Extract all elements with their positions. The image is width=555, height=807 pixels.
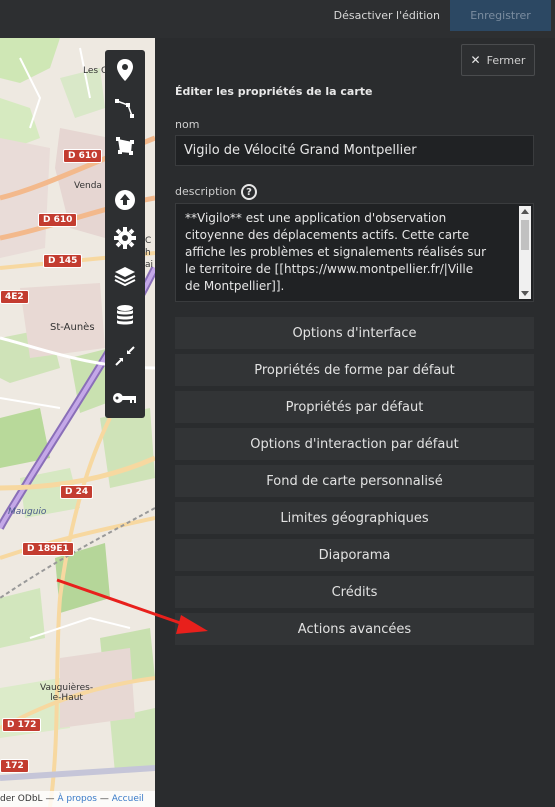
map-place-label: h	[145, 248, 151, 258]
description-label: description	[175, 185, 237, 198]
close-button[interactable]: ✕ Fermer	[461, 44, 535, 76]
help-icon[interactable]: ?	[241, 184, 257, 200]
scroll-thumb[interactable]	[521, 220, 529, 250]
scroll-up-icon[interactable]	[521, 209, 529, 214]
description-text: **Vigilo** est une application d'observa…	[185, 211, 487, 293]
database-icon[interactable]	[109, 300, 141, 332]
polygon-icon[interactable]	[109, 130, 141, 162]
road-badge: 4E2	[0, 290, 29, 304]
map-place-label: Les C	[83, 66, 108, 76]
polyline-icon[interactable]	[109, 92, 141, 124]
description-textarea[interactable]: **Vigilo** est une application d'observa…	[175, 203, 534, 302]
key-icon[interactable]	[109, 382, 141, 414]
map-place-label: St-Aunès	[50, 322, 95, 333]
map-place-label: Mauguio	[8, 507, 47, 517]
road-badge: D 189E1	[22, 542, 74, 556]
attribution-separator: —	[99, 794, 109, 804]
edit-properties-panel: ✕ Fermer Éditer les propriétés de la car…	[155, 38, 555, 807]
scroll-down-icon[interactable]	[521, 291, 529, 296]
panel-title: Éditer les propriétés de la carte	[175, 85, 373, 98]
road-badge: D 172	[2, 718, 42, 732]
road-badge: 172	[0, 759, 29, 773]
section-default-interaction-options[interactable]: Options d'interaction par défaut	[175, 428, 534, 460]
description-scrollbar[interactable]	[519, 206, 531, 299]
section-credits[interactable]: Crédits	[175, 576, 534, 608]
home-link[interactable]: Accueil	[112, 794, 144, 804]
name-label: nom	[175, 118, 200, 131]
section-slideshow[interactable]: Diaporama	[175, 539, 534, 571]
road-badge: D 610	[63, 149, 103, 163]
name-input[interactable]: Vigilo de Vélocité Grand Montpellier	[175, 135, 534, 166]
section-advanced-actions[interactable]: Actions avancées	[175, 613, 534, 645]
road-badge: D 24	[60, 485, 94, 499]
road-badge: D 145	[43, 254, 83, 268]
collapse-icon[interactable]	[109, 340, 141, 372]
close-icon: ✕	[470, 53, 481, 67]
close-label: Fermer	[486, 53, 526, 67]
upload-icon[interactable]	[109, 184, 141, 216]
gear-icon[interactable]	[109, 222, 141, 254]
map-place-label: C	[145, 236, 152, 246]
about-link[interactable]: À propos	[57, 794, 97, 804]
map-attribution: der ODbL — À propos — Accueil	[0, 791, 155, 807]
section-geographic-limits[interactable]: Limites géographiques	[175, 502, 534, 534]
map-place-label: Vauguières- le-Haut	[40, 683, 94, 703]
section-custom-background[interactable]: Fond de carte personnalisé	[175, 465, 534, 497]
section-interface-options[interactable]: Options d'interface	[175, 317, 534, 349]
section-default-shape-properties[interactable]: Propriétés de forme par défaut	[175, 354, 534, 386]
map-place-label: ai	[145, 260, 154, 270]
attribution-text: der ODbL	[0, 794, 43, 804]
road-badge: D 610	[38, 213, 78, 227]
layers-icon[interactable]	[109, 260, 141, 292]
attribution-separator: —	[45, 794, 55, 804]
section-default-properties[interactable]: Propriétés par défaut	[175, 391, 534, 423]
map-place-label: Venda	[74, 181, 102, 191]
top-bar: Désactiver l'édition Enregistrer	[0, 0, 555, 38]
disable-edit-link[interactable]: Désactiver l'édition	[334, 9, 440, 22]
marker-icon[interactable]	[109, 54, 141, 86]
edit-toolbar	[105, 50, 145, 418]
save-button[interactable]: Enregistrer	[450, 0, 551, 31]
